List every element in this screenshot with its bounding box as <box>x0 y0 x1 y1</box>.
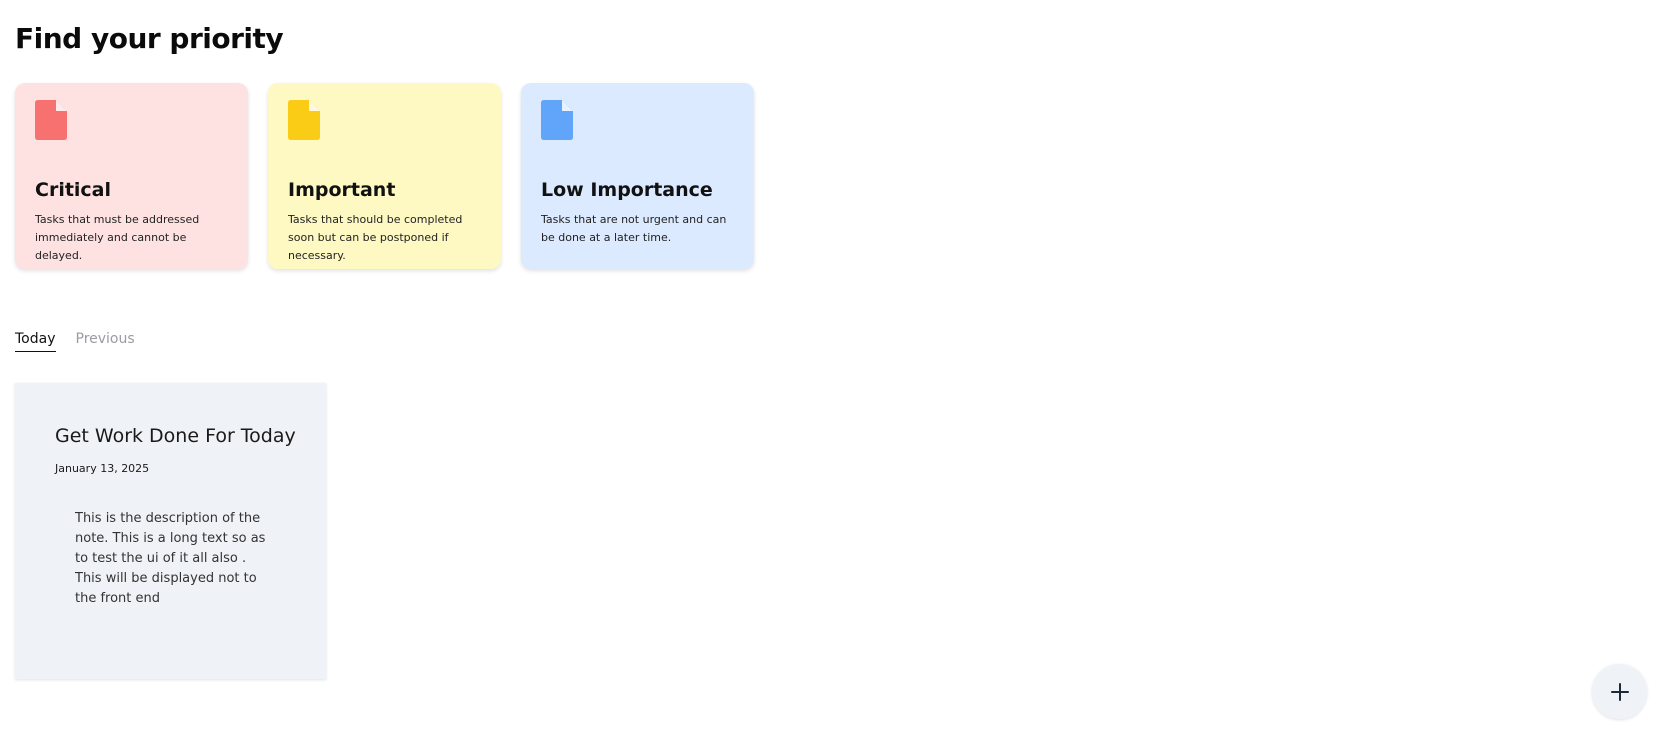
document-icon <box>35 100 67 140</box>
document-icon <box>288 100 320 140</box>
note-title: Get Work Done For Today <box>55 425 296 447</box>
card-title: Important <box>288 179 396 201</box>
card-title: Low Importance <box>541 179 713 201</box>
priority-card-low-importance[interactable]: Low Importance Tasks that are not urgent… <box>521 83 754 269</box>
priority-card-important[interactable]: Important Tasks that should be completed… <box>268 83 501 269</box>
card-description: Tasks that should be completed soon but … <box>288 213 463 262</box>
plus-icon <box>1610 682 1629 701</box>
priority-card-critical[interactable]: Critical Tasks that must be addressed im… <box>15 83 248 269</box>
document-icon <box>541 100 573 140</box>
tab-bar: Today Previous <box>15 331 135 352</box>
tab-today[interactable]: Today <box>15 331 56 352</box>
note-date: January 13, 2025 <box>55 462 150 475</box>
page: Find your priority Critical Tasks that m… <box>0 0 1662 737</box>
tab-previous[interactable]: Previous <box>76 331 135 352</box>
page-title: Find your priority <box>15 22 284 55</box>
priority-cards: Critical Tasks that must be addressed im… <box>15 83 754 269</box>
note-card[interactable]: Get Work Done For Today January 13, 2025… <box>15 383 326 679</box>
note-description: This is the description of the note. Thi… <box>75 511 266 606</box>
card-title: Critical <box>35 179 112 201</box>
add-note-button[interactable] <box>1592 664 1647 719</box>
card-description: Tasks that are not urgent and can be don… <box>541 213 727 244</box>
card-description: Tasks that must be addressed immediately… <box>35 213 200 262</box>
